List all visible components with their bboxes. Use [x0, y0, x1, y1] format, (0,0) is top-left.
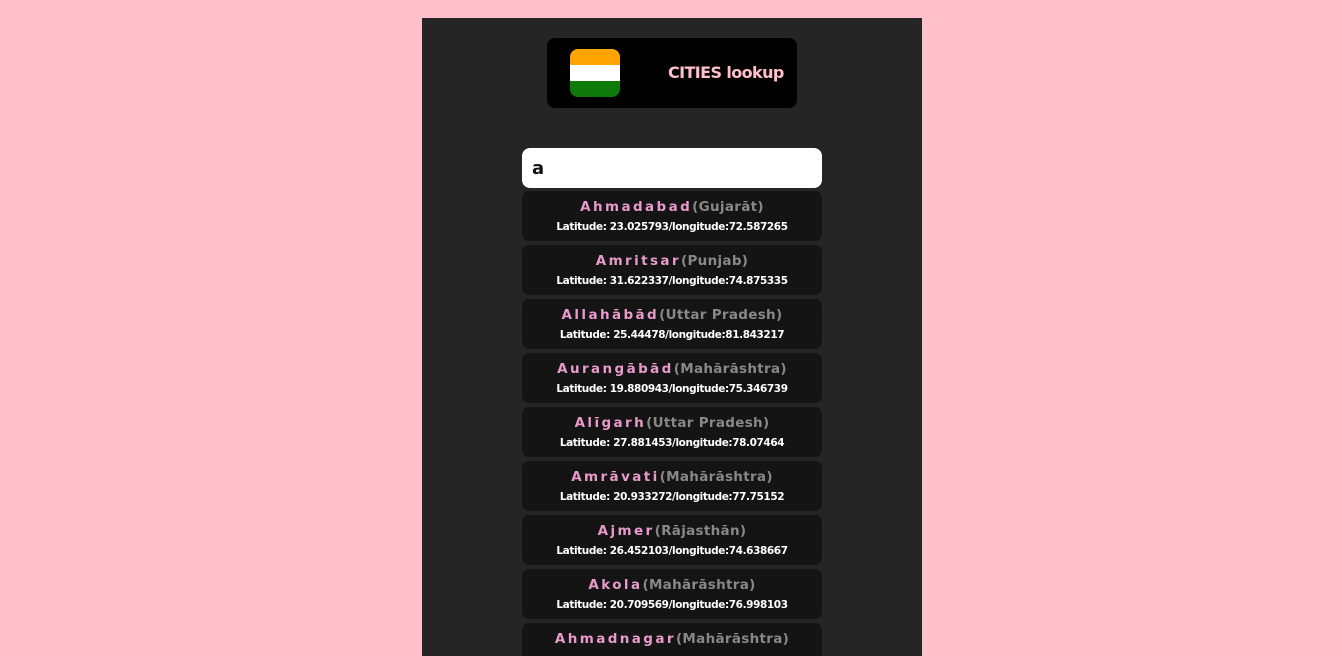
city-name: Ajmer [597, 523, 655, 539]
result-item[interactable]: Alīgarh(Uttar Pradesh) Latitude: 27.88145… [522, 407, 822, 457]
city-name: Alīgarh [574, 415, 647, 431]
city-coordinates: Latitude: 25.44478/longitude:81.843217 [559, 329, 785, 341]
result-item[interactable]: Amrāvati(Mahārāshtra) Latitude: 20.933272… [522, 461, 822, 511]
result-title-line: Ahmadabad(Gujarāt) [522, 196, 822, 218]
city-coordinates: Latitude: 27.881453/longitude:78.07464 [559, 437, 785, 449]
result-item[interactable]: Ahmadabad(Gujarāt) Latitude: 23.025793/lo… [522, 191, 822, 241]
result-item[interactable]: Amritsar(Punjab) Latitude: 31.622337/long… [522, 245, 822, 295]
city-name: Akola [588, 577, 643, 593]
flag-stripe-saffron [570, 49, 620, 65]
result-item[interactable]: Akola(Mahārāshtra) Latitude: 20.709569/lo… [522, 569, 822, 619]
result-item[interactable]: Allahābād(Uttar Pradesh) Latitude: 25.444… [522, 299, 822, 349]
state-name: (Uttar Pradesh) [659, 307, 783, 323]
city-name: Allahābād [561, 307, 660, 323]
city-coordinates: Latitude: 20.709569/longitude:76.998103 [556, 599, 788, 611]
flag-stripe-green [570, 81, 620, 97]
result-title-line: Alīgarh(Uttar Pradesh) [522, 412, 822, 434]
state-name: (Mahārāshtra) [659, 469, 773, 485]
result-item[interactable]: Ajmer(Rājasthān) Latitude: 26.452103/long… [522, 515, 822, 565]
result-title-line: Amrāvati(Mahārāshtra) [522, 466, 822, 488]
result-title-line: Allahābād(Uttar Pradesh) [522, 304, 822, 326]
city-name: Amritsar [595, 253, 681, 269]
result-item[interactable]: Ahmadnagar(Mahārāshtra) [522, 623, 822, 656]
city-name: Ahmadnagar [554, 631, 676, 647]
city-coordinates: Latitude: 26.452103/longitude:74.638667 [556, 545, 788, 557]
result-title-line: Ahmadnagar(Mahārāshtra) [522, 628, 822, 650]
state-name: (Gujarāt) [692, 199, 764, 215]
city-search-input[interactable] [522, 148, 822, 188]
city-name: Ahmadabad [580, 199, 693, 215]
state-name: (Mahārāshtra) [642, 577, 756, 593]
state-name: (Punjab) [681, 253, 749, 269]
result-item[interactable]: Aurangābād(Mahārāshtra) Latitude: 19.8809… [522, 353, 822, 403]
city-coordinates: Latitude: 31.622337/longitude:74.875335 [556, 275, 788, 287]
state-name: (Mahārāshtra) [675, 631, 790, 647]
flag-stripe-white [570, 65, 620, 81]
city-coordinates: Latitude: 19.880943/longitude:75.346739 [556, 383, 788, 395]
state-name: (Uttar Pradesh) [646, 415, 770, 431]
app-header: CITIES lookup [547, 38, 797, 108]
city-coordinates: Latitude: 23.025793/longitude:72.587265 [556, 221, 788, 233]
state-name: (Mahārāshtra) [673, 361, 787, 377]
city-name: Amrāvati [571, 469, 660, 485]
result-title-line: Ajmer(Rājasthān) [522, 520, 822, 542]
state-name: (Rājasthān) [654, 523, 747, 539]
app-title: CITIES lookup [668, 63, 784, 82]
result-title-line: Aurangābād(Mahārāshtra) [522, 358, 822, 380]
results-list: Ahmadabad(Gujarāt) Latitude: 23.025793/lo… [522, 191, 822, 656]
city-coordinates: Latitude: 20.933272/longitude:77.75152 [559, 491, 785, 503]
city-name: Aurangābād [557, 361, 674, 377]
india-flag-icon [570, 49, 620, 97]
app-panel: CITIES lookup Ahmadabad(Gujarāt) Latitude… [422, 18, 922, 656]
result-title-line: Akola(Mahārāshtra) [522, 574, 822, 596]
result-title-line: Amritsar(Punjab) [522, 250, 822, 272]
